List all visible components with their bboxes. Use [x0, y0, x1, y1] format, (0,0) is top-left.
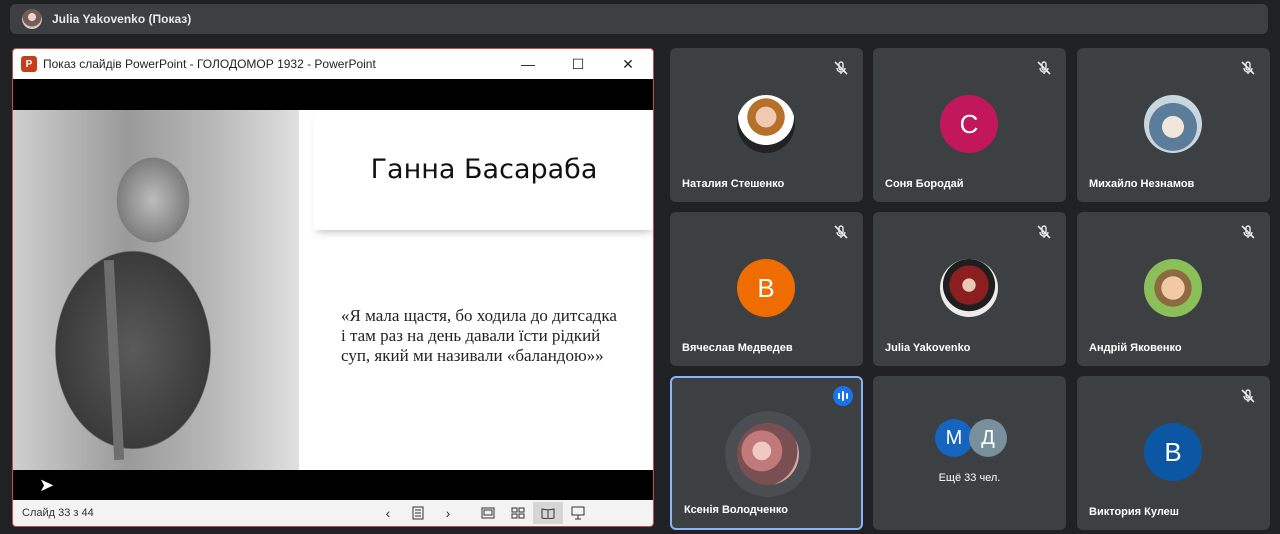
- participant-name: Андрій Яковенко: [1089, 342, 1182, 354]
- slide-title: Ганна Басараба: [370, 154, 598, 185]
- maximize-icon[interactable]: ☐: [553, 49, 603, 79]
- avatar: [737, 95, 795, 153]
- notes-icon[interactable]: [403, 502, 433, 524]
- slide-sorter-icon[interactable]: [503, 502, 533, 524]
- slide-photo: [13, 110, 299, 470]
- avatar: [1144, 259, 1202, 317]
- participant-tile[interactable]: В Виктория Кулеш: [1077, 376, 1270, 530]
- avatar: [1144, 95, 1202, 153]
- avatar: С: [940, 95, 998, 153]
- participant-name: Ксенія Володченко: [684, 504, 788, 516]
- slideshow-icon[interactable]: [563, 502, 593, 524]
- ppt-window-title: Показ слайдів PowerPoint - ГОЛОДОМОР 193…: [43, 57, 376, 71]
- participant-tile[interactable]: Михайло Незнамов: [1077, 48, 1270, 202]
- participant-tile-active-speaker[interactable]: Ксенія Володченко: [670, 376, 863, 530]
- powerpoint-window[interactable]: P Показ слайдів PowerPoint - ГОЛОДОМОР 1…: [12, 48, 654, 527]
- powerpoint-icon: P: [21, 56, 37, 72]
- minimize-icon[interactable]: —: [503, 49, 553, 79]
- avatar: Д: [969, 419, 1007, 457]
- avatar: [737, 423, 799, 485]
- slide-title-box: Ганна Басараба: [313, 110, 653, 230]
- presenter-avatar: [22, 9, 42, 29]
- speaking-indicator-icon: [833, 386, 853, 406]
- avatar: В: [737, 259, 795, 317]
- more-participants-label: Ещё 33 чел.: [938, 472, 1001, 484]
- participant-tile[interactable]: С Соня Бородай: [873, 48, 1066, 202]
- mic-off-icon: [1241, 389, 1255, 403]
- next-slide-icon[interactable]: ›: [433, 502, 463, 524]
- participant-name: Соня Бородай: [885, 178, 964, 190]
- participant-name: Наталия Стешенко: [682, 178, 785, 190]
- presenter-name: Julia Yakovenko (Показ): [52, 12, 192, 26]
- participant-tile[interactable]: Андрій Яковенко: [1077, 212, 1270, 366]
- mic-off-icon: [1037, 61, 1051, 75]
- ppt-statusbar: Слайд 33 з 44 ‹ ›: [13, 500, 653, 526]
- participant-name: Julia Yakovenko: [885, 342, 971, 354]
- participant-tile[interactable]: В Вячеслав Медведев: [670, 212, 863, 366]
- mic-off-icon: [1037, 225, 1051, 239]
- previous-slide-icon[interactable]: ‹: [373, 502, 403, 524]
- participant-name: Михайло Незнамов: [1089, 178, 1195, 190]
- ppt-titlebar: P Показ слайдів PowerPoint - ГОЛОДОМОР 1…: [13, 49, 653, 79]
- slide-counter: Слайд 33 з 44: [22, 507, 94, 519]
- mic-off-icon: [834, 225, 848, 239]
- mic-off-icon: [1241, 225, 1255, 239]
- close-icon[interactable]: ✕: [603, 49, 653, 79]
- reading-view-icon[interactable]: [533, 502, 563, 524]
- avatar: В: [1144, 423, 1202, 481]
- participant-name: Виктория Кулеш: [1089, 506, 1179, 518]
- mic-off-icon: [834, 61, 848, 75]
- avatar: [940, 259, 998, 317]
- slide: Ганна Басараба «Я мала щастя, бо ходила …: [13, 110, 653, 470]
- avatar: М: [935, 419, 973, 457]
- participant-name: Вячеслав Медведев: [682, 342, 793, 354]
- normal-view-icon[interactable]: [473, 502, 503, 524]
- participant-tile[interactable]: Наталия Стешенко: [670, 48, 863, 202]
- presenter-bar[interactable]: Julia Yakovenko (Показ): [10, 4, 1268, 34]
- more-participants-tile[interactable]: М Д Ещё 33 чел.: [873, 376, 1066, 530]
- mouse-cursor-icon: ➤: [39, 475, 55, 495]
- slide-quote: «Я мала щастя, бо ходила до дитсадка і т…: [341, 306, 617, 365]
- participant-tile[interactable]: Julia Yakovenko: [873, 212, 1066, 366]
- mic-off-icon: [1241, 61, 1255, 75]
